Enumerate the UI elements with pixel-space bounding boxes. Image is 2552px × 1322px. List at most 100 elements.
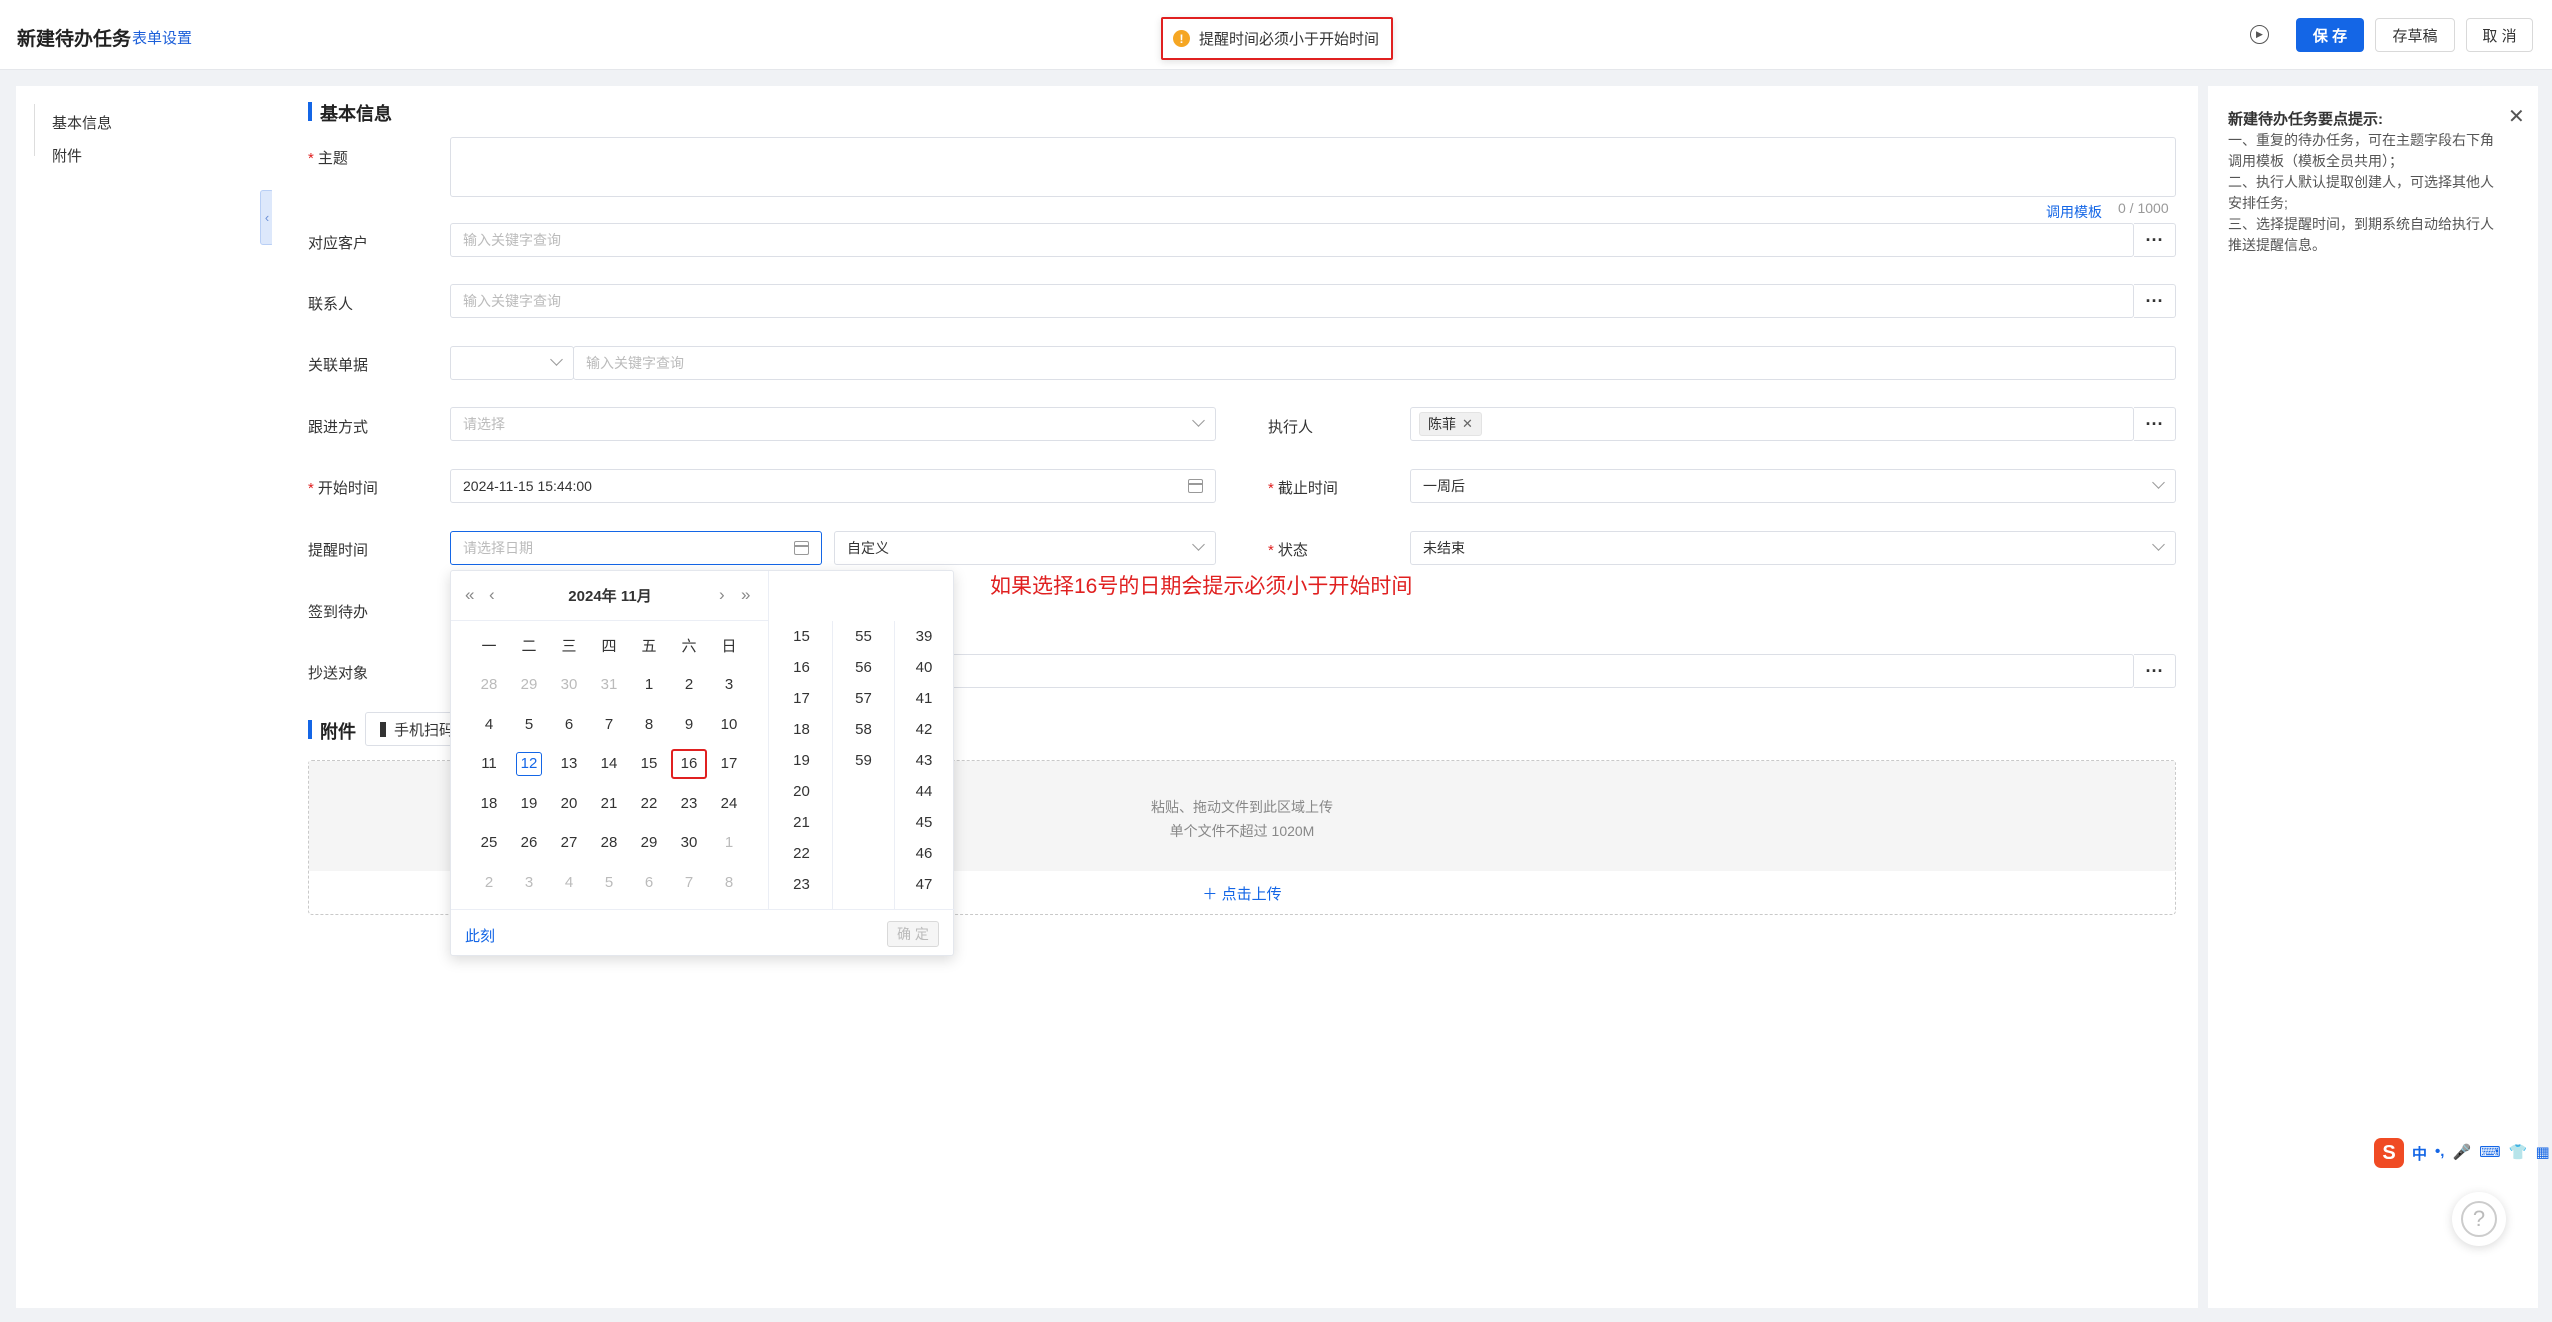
minute-option[interactable]: 59 [833,745,894,776]
ime-chinese-mode[interactable]: 中 [2412,1143,2427,1164]
calendar-day[interactable]: 4 [469,711,509,739]
second-option[interactable]: 45 [893,807,955,838]
executor-more-button[interactable]: ··· [2134,407,2176,441]
calendar-day[interactable]: 28 [589,829,629,857]
start-time-input[interactable]: 2024-11-15 15:44:00 [450,469,1216,503]
calendar-day[interactable]: 29 [509,671,549,699]
minute-option[interactable]: 58 [833,714,894,745]
calendar-day[interactable]: 1 [629,671,669,699]
hour-column[interactable]: 15 16 17 18 19 20 21 22 23 [771,621,833,909]
calendar-day[interactable]: 23 [669,790,709,818]
calendar-day[interactable]: 25 [469,829,509,857]
customer-more-button[interactable]: ··· [2134,223,2176,257]
hour-option[interactable]: 16 [771,652,832,683]
hour-option[interactable]: 23 [771,869,832,900]
calendar-day[interactable]: 29 [629,829,669,857]
confirm-button[interactable]: 确 定 [887,921,939,947]
calendar-day[interactable]: 8 [709,869,749,897]
calendar-day[interactable]: 8 [629,711,669,739]
next-year-icon[interactable]: » [741,585,750,605]
calendar-day[interactable]: 19 [509,790,549,818]
follow-select[interactable]: 请选择 [450,407,1216,441]
calendar-day[interactable]: 4 [549,869,589,897]
calendar-day[interactable]: 2 [669,671,709,699]
save-draft-button[interactable]: 存草稿 [2375,18,2455,52]
hour-option[interactable]: 20 [771,776,832,807]
calendar-day[interactable]: 30 [669,829,709,857]
calendar-day[interactable]: 31 [589,671,629,699]
minute-option[interactable]: 56 [833,652,894,683]
close-icon[interactable]: ✕ [2508,104,2525,129]
help-button[interactable]: ? [2452,1192,2506,1246]
second-option[interactable]: 46 [893,838,955,869]
calendar-day[interactable]: 6 [549,711,589,739]
calendar-day[interactable]: 2 [469,869,509,897]
hour-option[interactable]: 17 [771,683,832,714]
ime-punctuation-icon[interactable]: •, [2435,1143,2444,1164]
calendar-day[interactable]: 1 [709,829,749,857]
calendar-day[interactable]: 20 [549,790,589,818]
play-circle-icon[interactable]: ▶ [2250,25,2269,44]
status-select[interactable]: 未结束 [1410,531,2176,565]
calendar-day[interactable]: 3 [709,671,749,699]
second-option[interactable]: 43 [893,745,955,776]
calendar-day[interactable]: 16 [669,749,709,779]
keyboard-icon[interactable]: ⌨ [2479,1143,2501,1164]
calendar-day[interactable]: 22 [629,790,669,818]
remind-mode-select[interactable]: 自定义 [834,531,1216,565]
second-option[interactable]: 42 [893,714,955,745]
form-settings-link[interactable]: 表单设置 [132,27,192,48]
calendar-day[interactable]: 24 [709,790,749,818]
calendar-day[interactable]: 11 [469,750,509,778]
calendar-day[interactable]: 7 [669,869,709,897]
calendar-day[interactable]: 9 [669,711,709,739]
nav-item-attachments[interactable]: 附件 [52,145,82,166]
nav-item-basic-info[interactable]: 基本信息 [52,112,112,133]
calendar-day[interactable]: 27 [549,829,589,857]
second-column[interactable]: 39 40 41 42 43 44 45 46 47 [893,621,955,909]
calendar-day[interactable]: 18 [469,790,509,818]
remind-date-input[interactable]: 请选择日期 [450,531,822,565]
calendar-day[interactable]: 17 [709,750,749,778]
toolbox-icon[interactable]: ▦ [2535,1143,2549,1164]
save-button[interactable]: 保 存 [2296,18,2364,52]
hour-option[interactable]: 15 [771,621,832,652]
now-link[interactable]: 此刻 [465,925,495,946]
second-option[interactable]: 39 [893,621,955,652]
calendar-day[interactable]: 3 [509,869,549,897]
minute-option[interactable]: 57 [833,683,894,714]
calendar-day[interactable]: 13 [549,750,589,778]
linked-doc-input[interactable]: 输入关键字查询 [573,346,2176,380]
qr-upload-button[interactable]: 手机扫码上传 [365,712,455,746]
second-option[interactable]: 40 [893,652,955,683]
customer-input[interactable]: 输入关键字查询 [450,223,2134,257]
use-template-link[interactable]: 调用模板 [2046,202,2102,222]
deadline-select[interactable]: 一周后 [1410,469,2176,503]
calendar-day[interactable]: 28 [469,671,509,699]
calendar-day[interactable]: 21 [589,790,629,818]
calendar-day[interactable]: 6 [629,869,669,897]
hour-option[interactable]: 19 [771,745,832,776]
linked-doc-type-select[interactable] [450,346,574,380]
subject-textarea[interactable] [450,137,2176,197]
contact-input[interactable]: 输入关键字查询 [450,284,2134,318]
executor-input[interactable]: 陈菲 ✕ [1410,407,2134,441]
calendar-day[interactable]: 30 [549,671,589,699]
calendar-day[interactable]: 12 [509,750,549,778]
calendar-day[interactable]: 10 [709,711,749,739]
hour-option[interactable]: 18 [771,714,832,745]
skin-icon[interactable]: 👕 [2509,1143,2528,1164]
hour-option[interactable]: 21 [771,807,832,838]
calendar-day[interactable]: 5 [509,711,549,739]
cc-more-button[interactable]: ··· [2134,654,2176,688]
microphone-icon[interactable]: 🎤 [2452,1143,2471,1164]
calendar-day[interactable]: 7 [589,711,629,739]
minute-column[interactable]: 55 56 57 58 59 [833,621,895,909]
calendar-day[interactable]: 15 [629,750,669,778]
minute-option[interactable]: 55 [833,621,894,652]
calendar-day[interactable]: 14 [589,750,629,778]
hour-option[interactable]: 22 [771,838,832,869]
second-option[interactable]: 41 [893,683,955,714]
contact-more-button[interactable]: ··· [2134,284,2176,318]
second-option[interactable]: 47 [893,869,955,900]
